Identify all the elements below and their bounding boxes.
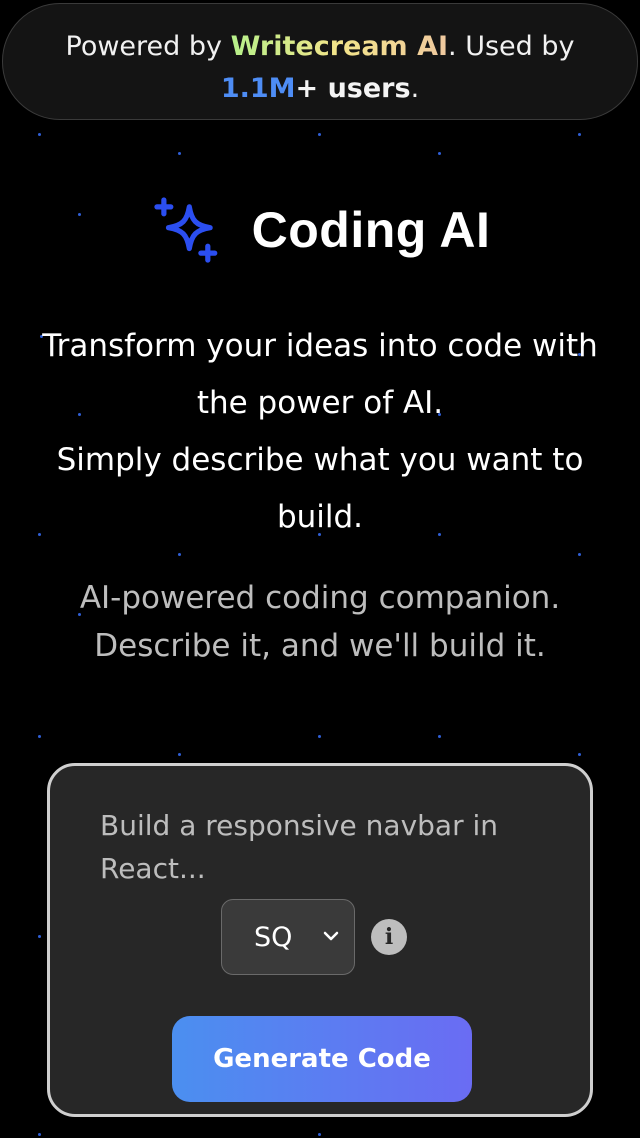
generate-code-button[interactable]: Generate Code (172, 1016, 472, 1102)
language-row: SQ i (221, 899, 407, 975)
language-select[interactable]: SQ (221, 899, 355, 975)
intro-text: Transform your ideas into code with the … (40, 318, 600, 546)
tagline: AI-powered coding companion. Describe it… (40, 574, 600, 670)
sparkle-icon (153, 197, 217, 263)
app-title: Coding AI (251, 202, 491, 258)
users-label: + users (295, 73, 411, 104)
intro-line: Simply describe what you want to build. (56, 442, 584, 535)
powered-middle: . Used by (448, 31, 575, 62)
app-header: Coding AI (0, 180, 640, 280)
user-count: 1.1M (220, 73, 296, 104)
tagline-line: AI-powered coding companion. (79, 580, 561, 616)
powered-suffix: . (410, 73, 420, 104)
intro-line: Transform your ideas into code with the … (42, 328, 598, 421)
page: Powered by Writecream AI. Used by 1.1M+ … (0, 0, 640, 1138)
language-selected-value: SQ (254, 921, 293, 953)
chevron-down-icon (323, 931, 339, 941)
tagline-line: Describe it, and we'll build it. (94, 628, 546, 664)
powered-by-banner: Powered by Writecream AI. Used by 1.1M+ … (2, 3, 638, 120)
prompt-input[interactable] (100, 804, 540, 894)
info-icon[interactable]: i (371, 919, 407, 955)
powered-prefix: Powered by (65, 31, 231, 62)
generator-card: SQ i Generate Code (47, 763, 593, 1117)
brand-link[interactable]: Writecream AI (231, 31, 448, 62)
